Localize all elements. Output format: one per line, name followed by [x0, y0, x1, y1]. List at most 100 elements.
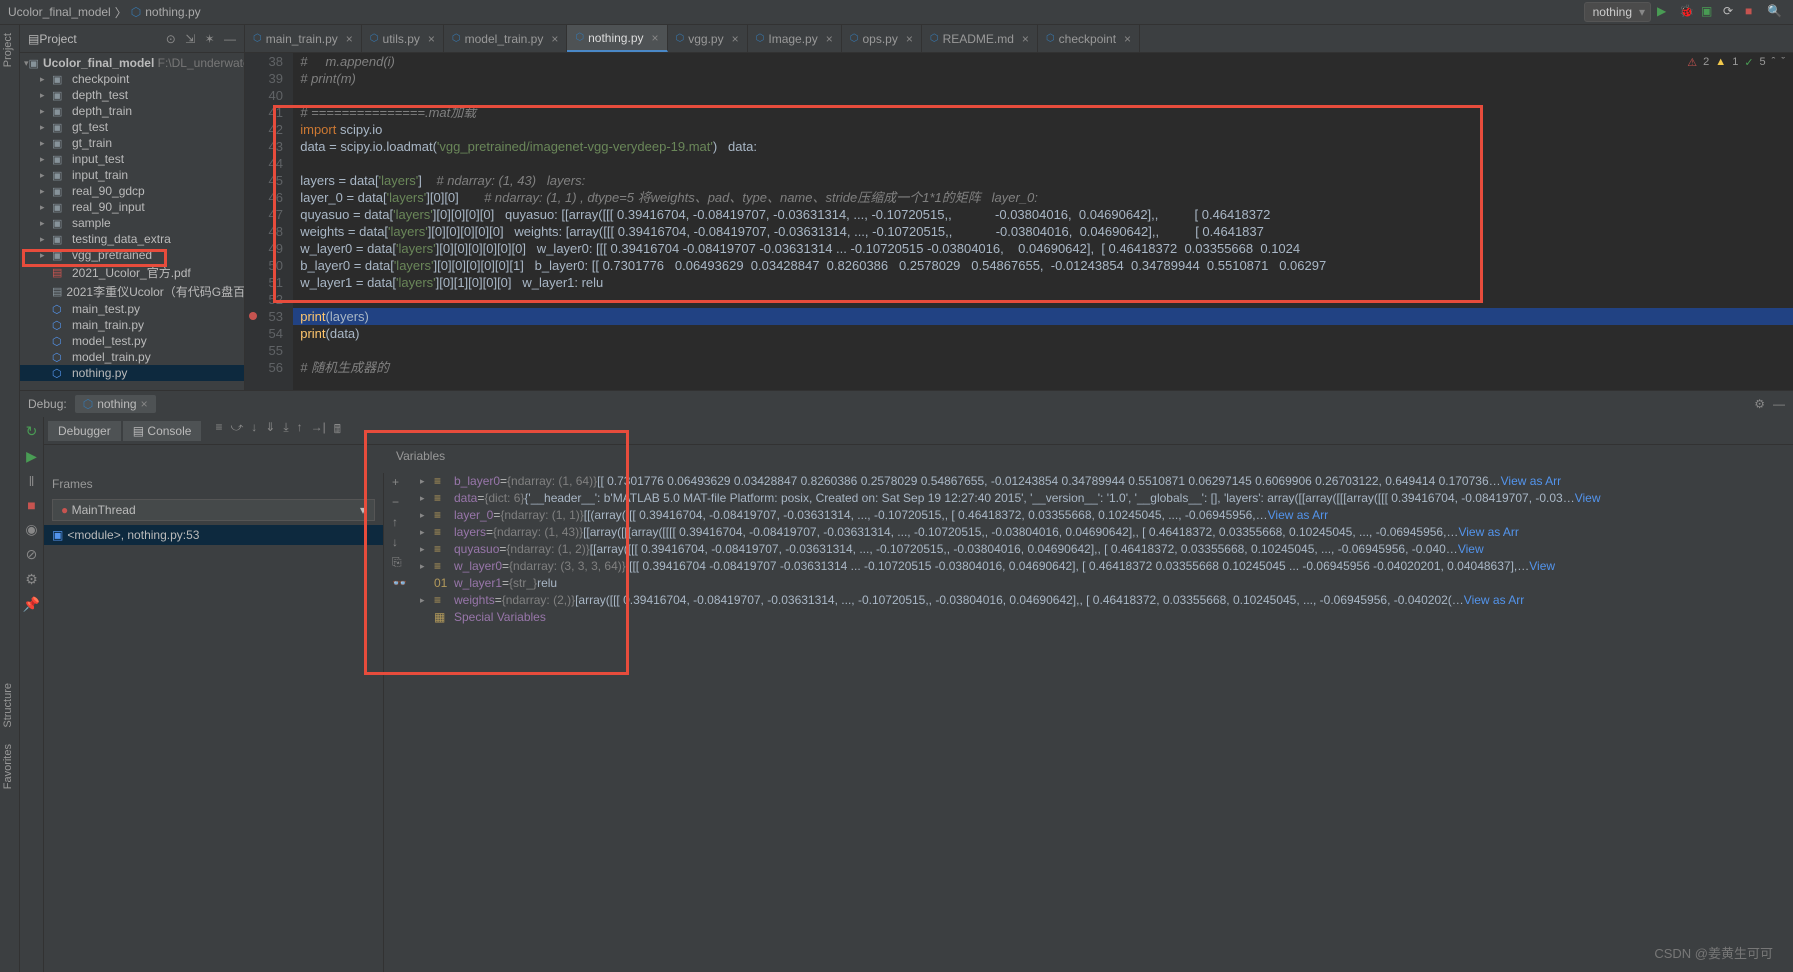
frames-panel: Frames ● MainThread ▾ ▣ <module>, nothin…: [44, 473, 384, 972]
project-tree[interactable]: ▾▣ Ucolor_final_model F:\DL_underwater\U…: [20, 53, 244, 383]
project-title[interactable]: Project: [39, 32, 159, 46]
tree-folder[interactable]: ▸▣real_90_input: [20, 199, 244, 215]
warning-icon: ▲: [1715, 56, 1726, 69]
show-execution-point-icon[interactable]: ≡: [215, 420, 222, 441]
play-icon[interactable]: ▶: [1657, 4, 1673, 20]
run-config-selector[interactable]: nothing: [1584, 2, 1651, 22]
hide-icon[interactable]: —: [224, 32, 236, 46]
debugger-tab[interactable]: Debugger: [48, 421, 121, 441]
step-over-icon[interactable]: ⤻: [230, 420, 243, 441]
breadcrumb-root[interactable]: Ucolor_final_model: [8, 5, 111, 19]
editor-tab[interactable]: ⬡vgg.py×: [668, 25, 748, 52]
favorites-tool-tab[interactable]: Favorites: [0, 736, 16, 797]
resume-icon[interactable]: ▶: [26, 448, 37, 465]
frame-icon: ▣: [52, 528, 63, 542]
pin-icon[interactable]: 📌: [23, 596, 40, 613]
editor-tab[interactable]: ⬡ops.py×: [842, 25, 922, 52]
profile-icon[interactable]: ⟳: [1723, 4, 1739, 20]
close-icon[interactable]: ×: [652, 31, 659, 45]
watermark: CSDN @姜黄生可可: [1654, 943, 1773, 962]
tree-file[interactable]: ▤2021李重仪Ucolor（有代码G盘百度网盘: [20, 282, 244, 301]
debug-inner-tabs: Debugger ▤ Console ≡ ⤻ ↓ ⇓ ⤓ ↑ →| 🖩: [44, 417, 1793, 445]
collapse-icon[interactable]: ✶: [205, 32, 215, 46]
code-editor[interactable]: 38394041424344454647484950515253545556 #…: [245, 53, 1793, 390]
project-tool-tab[interactable]: Project: [0, 25, 16, 75]
error-icon: ⚠: [1687, 56, 1697, 69]
editor-tab[interactable]: ⬡nothing.py×: [567, 25, 667, 52]
tree-folder[interactable]: ▸▣input_test: [20, 151, 244, 167]
tree-file[interactable]: ⬡main_test.py: [20, 301, 244, 317]
tree-folder[interactable]: ▸▣testing_data_extra: [20, 231, 244, 247]
expand-all-icon[interactable]: ⇲: [185, 32, 195, 46]
force-step-icon[interactable]: ⤓: [283, 420, 288, 441]
close-icon[interactable]: ×: [141, 397, 148, 411]
tree-file[interactable]: ⬡nothing.py: [20, 365, 244, 381]
editor-tab[interactable]: ⬡model_train.py×: [444, 25, 567, 52]
thread-icon: ●: [61, 503, 68, 517]
debug-icon[interactable]: 🐞: [1679, 4, 1695, 20]
editor-tab[interactable]: ⬡README.md×: [922, 25, 1038, 52]
view-breakpoints-icon[interactable]: ◉: [25, 521, 37, 538]
editor-tab[interactable]: ⬡Image.py×: [748, 25, 842, 52]
inspections-widget[interactable]: ⚠2 ▲1 ✓5 ˆˇ: [1687, 56, 1785, 69]
annotation-box-vars: [364, 430, 629, 675]
project-header: ▤ Project ⊙ ⇲ ✶ —: [20, 25, 244, 53]
close-icon[interactable]: ×: [906, 32, 913, 46]
breadcrumb: Ucolor_final_model 〉 ⬡ nothing.py: [0, 0, 1793, 25]
editor-tab[interactable]: ⬡utils.py×: [362, 25, 444, 52]
stop-icon[interactable]: ■: [1745, 4, 1761, 20]
frames-title: Frames: [44, 473, 383, 495]
frame-item[interactable]: ▣ <module>, nothing.py:53: [44, 525, 383, 545]
tree-file[interactable]: ⬡main_train.py: [20, 317, 244, 333]
step-out-icon[interactable]: ↑: [297, 420, 303, 441]
tree-file[interactable]: ⬡model_test.py: [20, 333, 244, 349]
structure-tool-tab[interactable]: Structure: [0, 675, 16, 736]
python-icon: ⬡: [131, 5, 141, 19]
stop-icon[interactable]: ■: [27, 497, 35, 513]
close-icon[interactable]: ×: [428, 32, 435, 46]
close-icon[interactable]: ×: [732, 32, 739, 46]
step-into-icon[interactable]: ↓: [251, 420, 257, 441]
select-opened-icon[interactable]: ⊙: [166, 32, 176, 46]
tool-window-bar-left: Project Structure Favorites: [0, 25, 20, 972]
close-icon[interactable]: ×: [1124, 32, 1131, 46]
tree-folder[interactable]: ▸▣checkpoint: [20, 71, 244, 87]
console-tab[interactable]: ▤ Console: [123, 421, 202, 441]
editor-tab[interactable]: ⬡main_train.py×: [245, 25, 362, 52]
search-icon[interactable]: 🔍: [1767, 4, 1783, 20]
tree-folder[interactable]: ▸▣input_train: [20, 167, 244, 183]
close-icon[interactable]: ×: [826, 32, 833, 46]
tree-folder[interactable]: ▸▣depth_test: [20, 87, 244, 103]
python-icon: ⬡: [83, 397, 93, 411]
close-icon[interactable]: ×: [346, 32, 353, 46]
debug-label: Debug:: [28, 397, 67, 411]
tree-file[interactable]: ⬡model_train.py: [20, 349, 244, 365]
settings-icon[interactable]: ⚙: [25, 571, 38, 588]
step-into-my-icon[interactable]: ⇓: [265, 420, 275, 441]
close-icon[interactable]: ×: [1022, 32, 1029, 46]
editor-tabs: ⬡main_train.py×⬡utils.py×⬡model_train.py…: [245, 25, 1793, 53]
rerun-icon[interactable]: ↻: [26, 423, 38, 440]
project-panel: ▤ Project ⊙ ⇲ ✶ — ▾▣ Ucolor_final_model …: [20, 25, 245, 390]
tree-root[interactable]: ▾▣ Ucolor_final_model F:\DL_underwater\U: [20, 55, 244, 71]
tree-folder[interactable]: ▸▣gt_test: [20, 119, 244, 135]
tree-folder[interactable]: ▸▣depth_train: [20, 103, 244, 119]
hide-icon[interactable]: —: [1773, 397, 1785, 411]
annotation-box-1: [273, 105, 1483, 303]
annotation-box-tree: [22, 249, 167, 267]
gear-icon[interactable]: ⚙: [1754, 397, 1765, 411]
mute-breakpoints-icon[interactable]: ⊘: [26, 546, 38, 563]
editor-tab[interactable]: ⬡checkpoint×: [1038, 25, 1140, 52]
thread-selector[interactable]: ● MainThread ▾: [52, 499, 375, 521]
tree-folder[interactable]: ▸▣sample: [20, 215, 244, 231]
tree-folder[interactable]: ▸▣gt_train: [20, 135, 244, 151]
evaluate-icon[interactable]: 🖩: [334, 420, 341, 441]
close-icon[interactable]: ×: [551, 32, 558, 46]
tree-folder[interactable]: ▸▣real_90_gdcp: [20, 183, 244, 199]
breadcrumb-file[interactable]: nothing.py: [145, 5, 200, 19]
run-to-cursor-icon[interactable]: →|: [311, 420, 326, 441]
debug-session-tab[interactable]: ⬡ nothing ×: [75, 395, 156, 413]
run-coverage-icon[interactable]: ▣: [1701, 4, 1717, 20]
pause-icon[interactable]: ‖: [29, 473, 35, 489]
debug-tool-window: Debug: ⬡ nothing × ⚙ — ↻ ▶ ‖ ■ ◉ ⊘ ⚙ 📌 D…: [20, 390, 1793, 972]
